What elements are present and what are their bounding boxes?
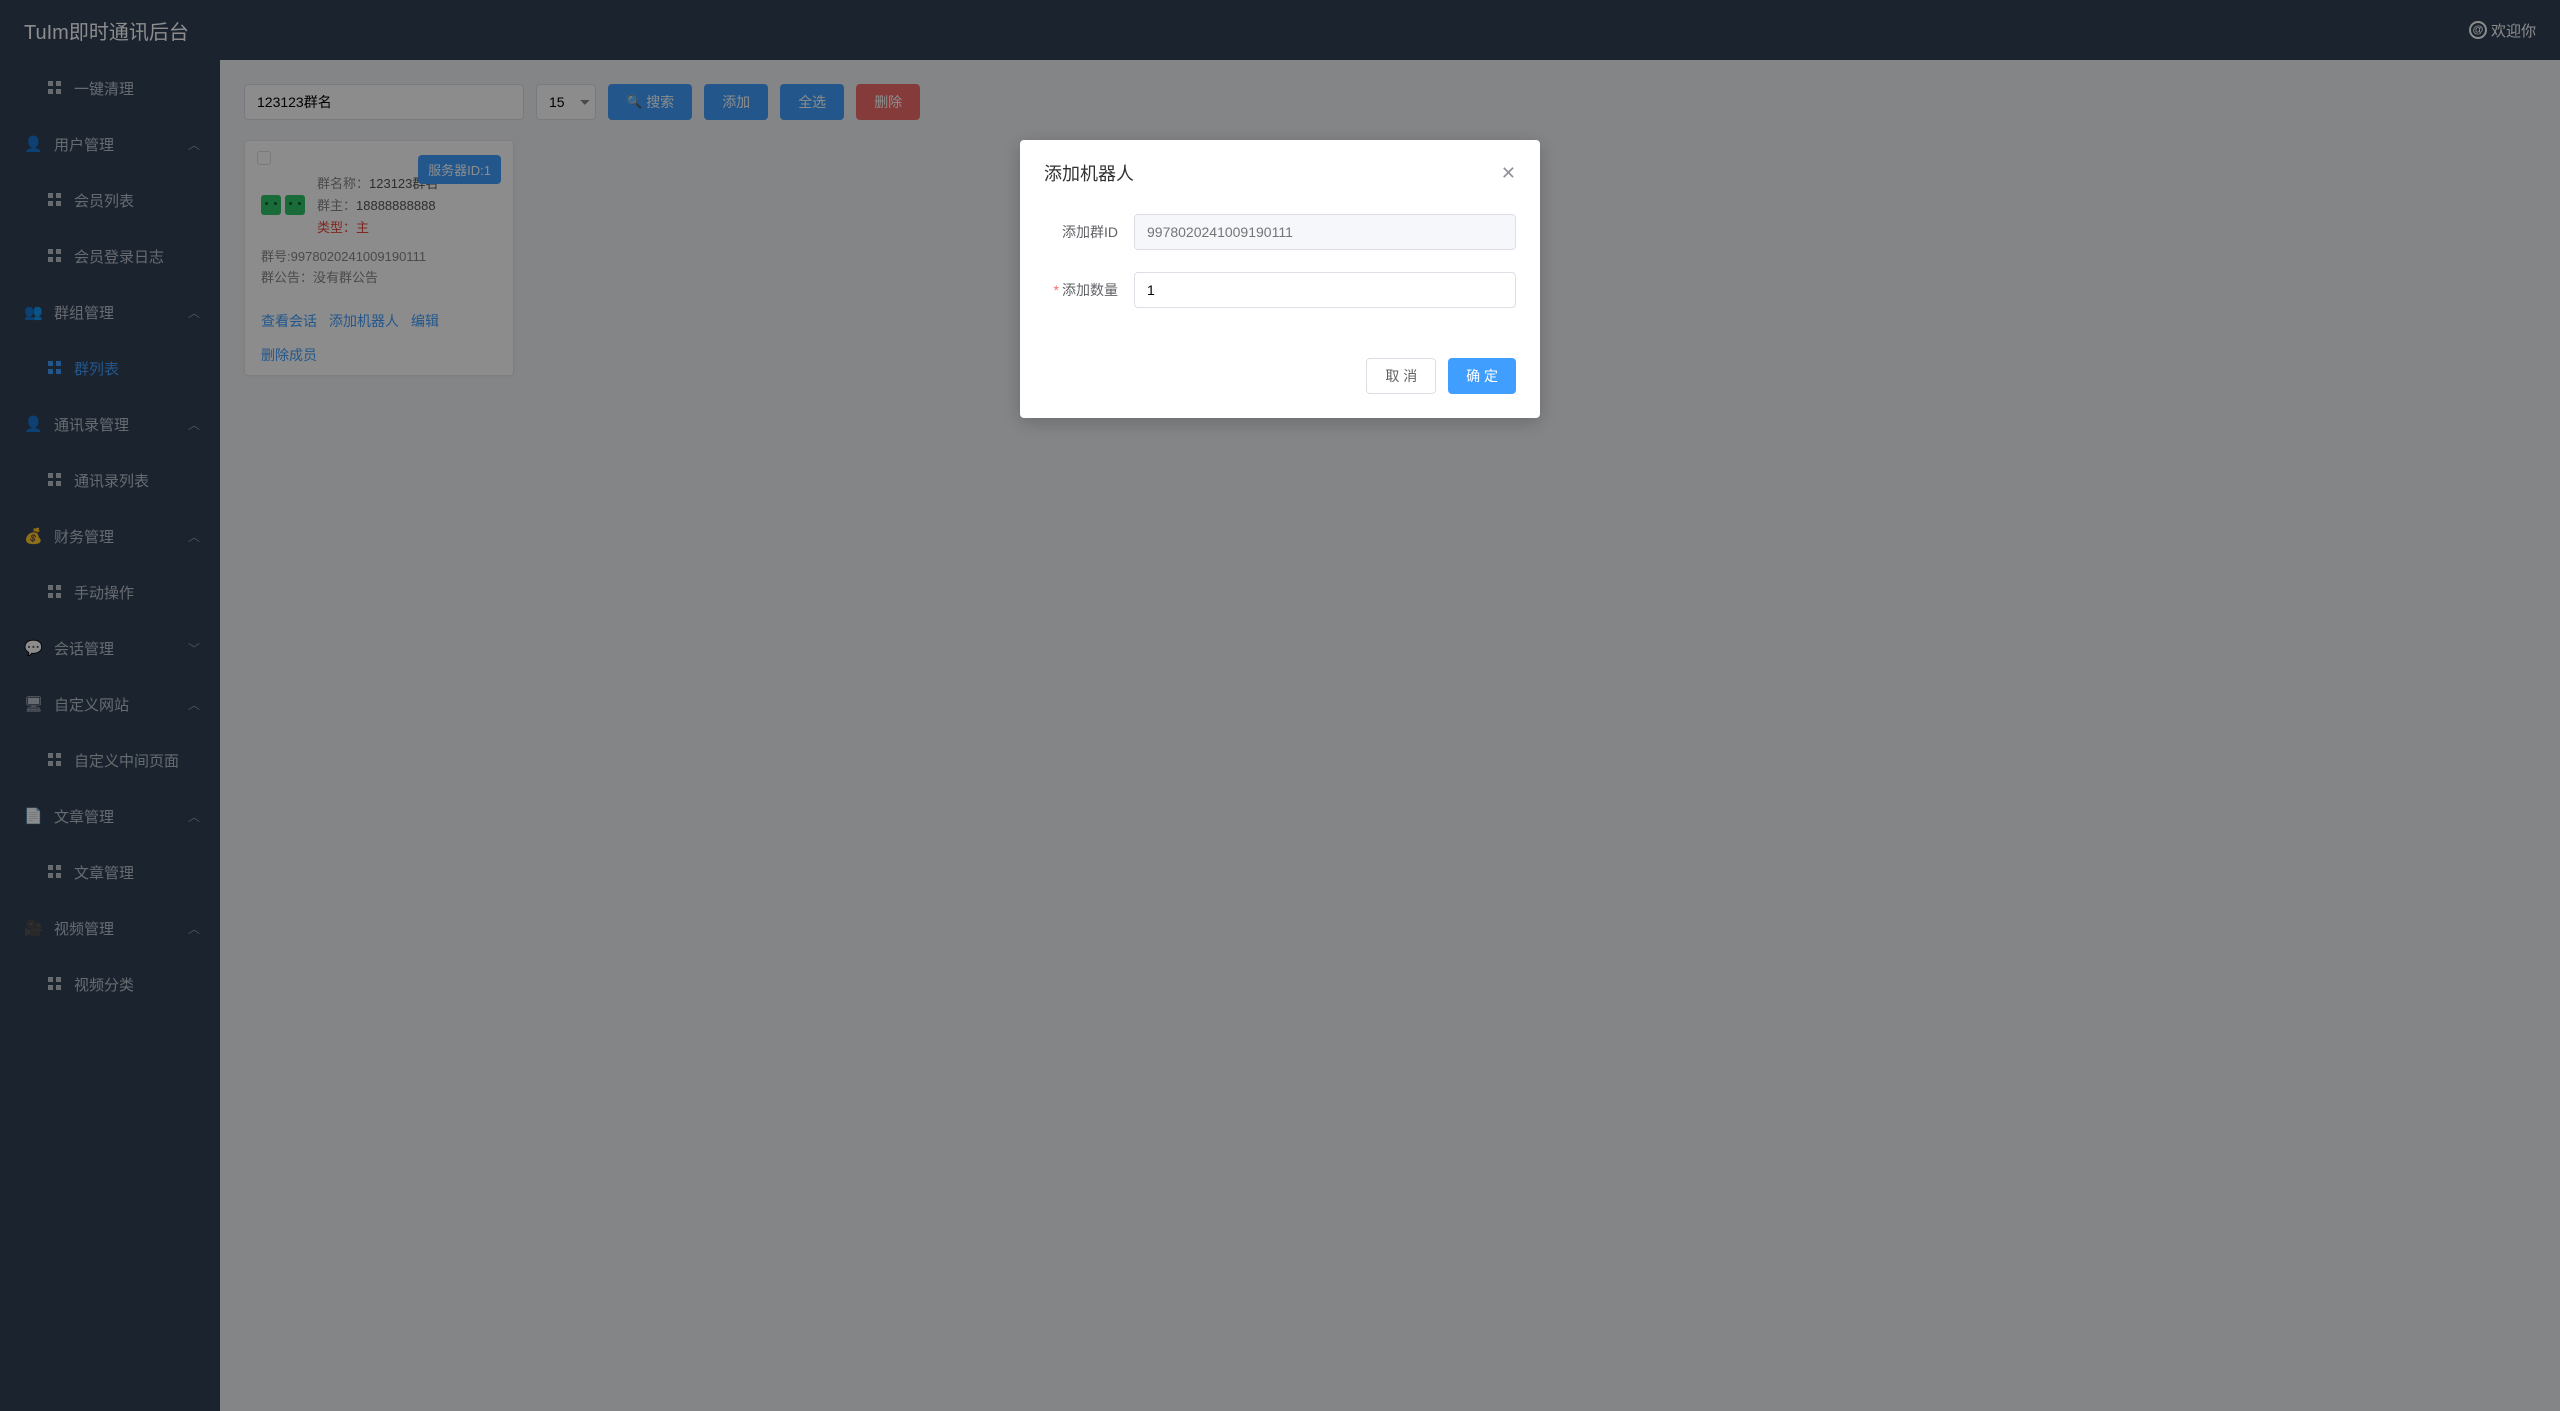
group-id-input xyxy=(1134,214,1516,250)
group-id-label: 添加群ID xyxy=(1044,222,1134,242)
confirm-button[interactable]: 确 定 xyxy=(1448,358,1516,394)
modal-title: 添加机器人 xyxy=(1044,160,1134,186)
count-label: *添加数量 xyxy=(1044,280,1134,300)
close-icon[interactable]: ✕ xyxy=(1501,163,1516,184)
count-input[interactable] xyxy=(1134,272,1516,308)
add-robot-modal: 添加机器人 ✕ 添加群ID *添加数量 取 消 确 定 xyxy=(1020,140,1540,418)
modal-overlay[interactable]: 添加机器人 ✕ 添加群ID *添加数量 取 消 确 定 xyxy=(0,0,2560,1411)
cancel-button[interactable]: 取 消 xyxy=(1366,358,1436,394)
